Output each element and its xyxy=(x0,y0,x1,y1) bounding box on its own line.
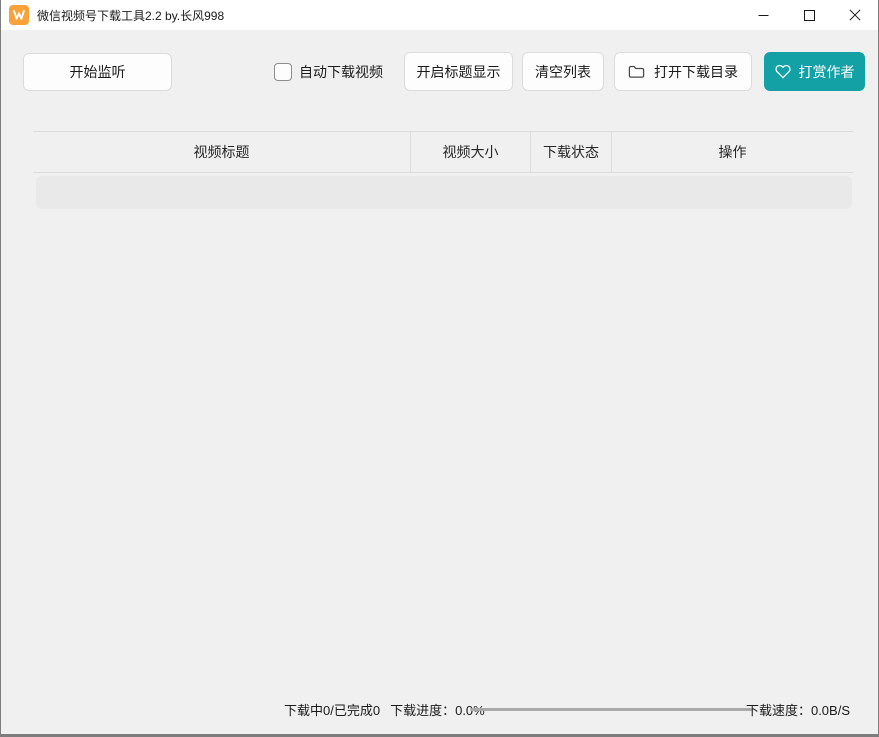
column-header-action: 操作 xyxy=(612,132,853,172)
wechat-channels-logo-icon xyxy=(9,5,29,25)
caption-buttons xyxy=(740,0,878,30)
minimize-button[interactable] xyxy=(740,0,786,30)
auto-download-label: 自动下载视频 xyxy=(299,62,383,82)
donate-button[interactable]: 打赏作者 xyxy=(764,52,865,91)
title-display-label: 开启标题显示 xyxy=(417,62,501,82)
table-header: 视频标题 视频大小 下载状态 操作 xyxy=(33,131,853,173)
column-header-video-size: 视频大小 xyxy=(411,132,531,172)
statusbar: 下载中0/已完成0下载进度：0.0% 下载速度：0.0B/S xyxy=(1,698,878,722)
close-button[interactable] xyxy=(832,0,878,30)
maximize-button[interactable] xyxy=(786,0,832,30)
clear-list-button[interactable]: 清空列表 xyxy=(522,52,604,91)
speed-value: 0.0B/S xyxy=(811,703,850,718)
download-progress-bar xyxy=(470,708,752,711)
start-listen-button[interactable]: 开始监听 xyxy=(23,53,172,91)
auto-download-group: 自动下载视频 xyxy=(274,52,383,91)
window-title: 微信视频号下载工具2.2 by.长风998 xyxy=(37,7,224,24)
clear-list-label: 清空列表 xyxy=(535,62,591,82)
column-header-video-title: 视频标题 xyxy=(33,132,411,172)
download-counts: 下载中0/已完成0 xyxy=(284,703,380,718)
column-header-download-status: 下载状态 xyxy=(531,132,612,172)
download-status-text: 下载中0/已完成0下载进度：0.0% xyxy=(284,700,485,719)
speed-label: 下载速度： xyxy=(746,703,811,718)
titlebar: 微信视频号下载工具2.2 by.长风998 xyxy=(1,0,878,30)
auto-download-checkbox[interactable] xyxy=(274,63,292,81)
download-speed-text: 下载速度：0.0B/S xyxy=(746,700,850,719)
open-download-dir-button[interactable]: 打开下载目录 xyxy=(614,52,752,91)
empty-list-row xyxy=(36,176,852,209)
heart-icon xyxy=(775,64,791,79)
progress-label: 下载进度： xyxy=(390,703,455,718)
donate-label: 打赏作者 xyxy=(799,62,855,82)
title-display-button[interactable]: 开启标题显示 xyxy=(404,52,513,91)
app-window: 微信视频号下载工具2.2 by.长风998 开始监听 xyxy=(0,0,879,737)
start-listen-label: 开始监听 xyxy=(70,62,126,82)
open-download-dir-label: 打开下载目录 xyxy=(654,62,738,82)
folder-icon xyxy=(628,64,645,79)
